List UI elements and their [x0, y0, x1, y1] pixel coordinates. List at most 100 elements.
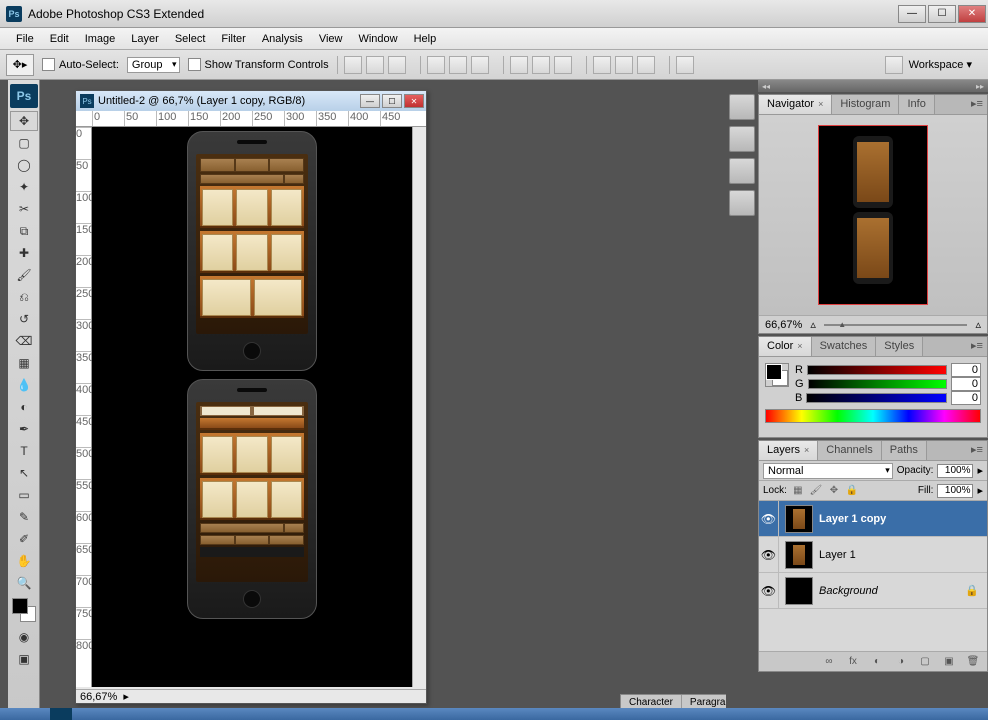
marquee-tool[interactable]: ▢ [10, 133, 38, 153]
zoom-out-icon[interactable]: ▵ [810, 318, 816, 331]
menu-filter[interactable]: Filter [213, 30, 253, 48]
new-layer-icon[interactable]: ▣ [941, 655, 957, 669]
notes-tool[interactable]: ✎ [10, 507, 38, 527]
show-transform-checkbox[interactable] [188, 58, 201, 71]
tab-layers[interactable]: Layers× [759, 441, 818, 460]
tab-swatches[interactable]: Swatches [812, 337, 877, 356]
auto-select-mode[interactable]: Group [127, 57, 180, 73]
menu-image[interactable]: Image [77, 30, 124, 48]
move-tool[interactable]: ✥ [10, 111, 38, 131]
zoom-level[interactable]: 66,67% [80, 691, 117, 703]
r-slider[interactable] [807, 365, 947, 375]
tab-navigator[interactable]: Navigator× [759, 95, 832, 114]
blur-tool[interactable]: 💧 [10, 375, 38, 395]
healing-tool[interactable]: ✚ [10, 243, 38, 263]
navigator-thumbnail[interactable] [818, 125, 928, 305]
tab-styles[interactable]: Styles [876, 337, 923, 356]
delete-layer-icon[interactable]: 🗑 [965, 655, 981, 669]
g-value[interactable]: 0 [951, 377, 981, 391]
align-right-icon[interactable] [471, 56, 489, 74]
distribute-bottom-icon[interactable] [554, 56, 572, 74]
close-button[interactable]: ✕ [958, 5, 986, 23]
lock-transparency-icon[interactable]: ▦ [791, 484, 805, 498]
lock-all-icon[interactable]: 🔒 [845, 484, 859, 498]
align-left-icon[interactable] [427, 56, 445, 74]
navigator-zoom-value[interactable]: 66,67% [765, 319, 802, 331]
opacity-input[interactable]: 100% [937, 464, 973, 478]
collapsed-panel-icon-4[interactable] [729, 190, 755, 216]
brush-tool[interactable]: 🖌 [10, 265, 38, 285]
layer-row[interactable]: 👁 Layer 1 [759, 537, 987, 573]
taskbar-photoshop-icon[interactable] [50, 708, 72, 720]
zoom-slider[interactable] [824, 324, 968, 326]
quickmask-tool[interactable]: ◉ [10, 627, 38, 647]
zoom-tool[interactable]: 🔍 [10, 573, 38, 593]
visibility-icon[interactable]: 👁 [759, 537, 779, 572]
crop-tool[interactable]: ✂ [10, 199, 38, 219]
minimize-button[interactable]: — [898, 5, 926, 23]
type-tool[interactable]: T [10, 441, 38, 461]
menu-layer[interactable]: Layer [123, 30, 167, 48]
menu-help[interactable]: Help [406, 30, 445, 48]
color-fg-bg-swatch[interactable] [765, 363, 789, 387]
visibility-icon[interactable]: 👁 [759, 573, 779, 608]
menu-analysis[interactable]: Analysis [254, 30, 311, 48]
screenmode-tool[interactable]: ▣ [10, 649, 38, 669]
foreground-color-swatch[interactable] [12, 598, 28, 614]
eraser-tool[interactable]: ⌫ [10, 331, 38, 351]
layer-row[interactable]: 👁 Background 🔒 [759, 573, 987, 609]
stamp-tool[interactable]: ⎌ [10, 287, 38, 307]
doc-minimize-button[interactable]: — [360, 94, 380, 108]
collapsed-panel-icon-2[interactable] [729, 126, 755, 152]
doc-maximize-button[interactable]: ☐ [382, 94, 402, 108]
ruler-vertical[interactable]: 0501001502002503003504004505005506006507… [76, 127, 92, 687]
align-top-icon[interactable] [344, 56, 362, 74]
layer-thumbnail[interactable] [785, 505, 813, 533]
tab-histogram[interactable]: Histogram [832, 95, 899, 114]
layer-style-icon[interactable]: fx [845, 655, 861, 669]
tab-channels[interactable]: Channels [818, 441, 881, 460]
maximize-button[interactable]: ☐ [928, 5, 956, 23]
wand-tool[interactable]: ✦ [10, 177, 38, 197]
layer-row[interactable]: 👁 Layer 1 copy [759, 501, 987, 537]
menu-window[interactable]: Window [350, 30, 405, 48]
doc-close-button[interactable]: ✕ [404, 94, 424, 108]
path-tool[interactable]: ↖ [10, 463, 38, 483]
fill-arrow-icon[interactable]: ▸ [977, 484, 983, 497]
align-bottom-icon[interactable] [388, 56, 406, 74]
shape-tool[interactable]: ▭ [10, 485, 38, 505]
align-vcenter-icon[interactable] [366, 56, 384, 74]
slice-tool[interactable]: ⧉ [10, 221, 38, 241]
scrollbar-vertical[interactable] [412, 127, 426, 687]
distribute-vcenter-icon[interactable] [532, 56, 550, 74]
hand-tool[interactable]: ✋ [10, 551, 38, 571]
link-layers-icon[interactable]: ∞ [821, 655, 837, 669]
move-tool-indicator[interactable]: ✥▸ [6, 54, 34, 76]
menu-select[interactable]: Select [167, 30, 214, 48]
document-titlebar[interactable]: Ps Untitled-2 @ 66,7% (Layer 1 copy, RGB… [76, 91, 426, 111]
history-brush-tool[interactable]: ↺ [10, 309, 38, 329]
eyedropper-tool[interactable]: ✐ [10, 529, 38, 549]
menu-edit[interactable]: Edit [42, 30, 77, 48]
menu-file[interactable]: File [8, 30, 42, 48]
doc-info-icon[interactable]: ▸ [123, 690, 129, 703]
distribute-right-icon[interactable] [637, 56, 655, 74]
tab-paths[interactable]: Paths [882, 441, 927, 460]
visibility-icon[interactable]: 👁 [759, 501, 779, 536]
distribute-hcenter-icon[interactable] [615, 56, 633, 74]
distribute-top-icon[interactable] [510, 56, 528, 74]
lock-pixels-icon[interactable]: 🖌 [809, 484, 823, 498]
layer-name[interactable]: Layer 1 copy [819, 513, 886, 525]
r-value[interactable]: 0 [951, 363, 981, 377]
menu-view[interactable]: View [311, 30, 351, 48]
fill-input[interactable]: 100% [937, 484, 973, 498]
canvas[interactable] [92, 127, 412, 687]
opacity-arrow-icon[interactable]: ▸ [977, 464, 983, 477]
layer-name[interactable]: Background [819, 585, 878, 597]
dodge-tool[interactable]: ◐ [10, 397, 38, 417]
ruler-horizontal[interactable]: 050100150200250300350400450 [76, 111, 426, 127]
layer-group-icon[interactable]: ▢ [917, 655, 933, 669]
adjustment-layer-icon[interactable]: ◑ [893, 655, 909, 669]
lock-position-icon[interactable]: ✥ [827, 484, 841, 498]
layer-name[interactable]: Layer 1 [819, 549, 856, 561]
